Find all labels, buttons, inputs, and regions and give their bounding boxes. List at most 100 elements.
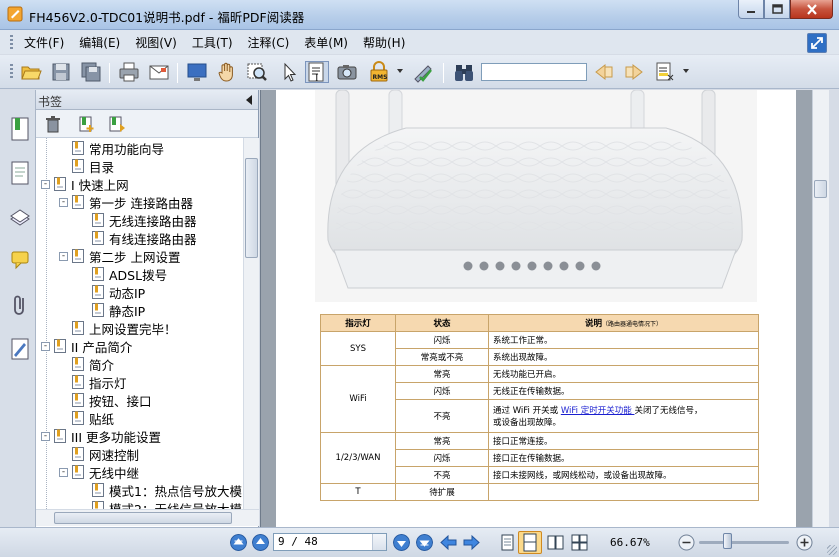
wifi-schedule-link[interactable]: WiFi 定时开关功能 <box>561 406 635 416</box>
next-page-icon[interactable] <box>393 534 410 551</box>
page-vertical-scrollbar[interactable] <box>812 90 829 527</box>
bookmark-item[interactable]: 上网设置完毕！ <box>72 319 177 337</box>
zoom-slider-thumb[interactable] <box>723 533 732 549</box>
save-button[interactable] <box>49 61 73 83</box>
attachments-tab-icon[interactable] <box>9 292 31 318</box>
save-as-button[interactable] <box>79 61 103 83</box>
bookmark-item[interactable]: 目录 <box>72 157 114 175</box>
email-icon <box>149 65 169 80</box>
search-input[interactable] <box>481 63 587 81</box>
find-previous-button[interactable] <box>592 61 616 83</box>
fullscreen-button[interactable] <box>185 61 209 83</box>
expander-toggle[interactable]: - <box>41 342 50 351</box>
bookmark-label: 模式1：热点信号放大模 <box>109 483 242 499</box>
bookmarks-tab-icon[interactable] <box>9 116 31 142</box>
hand-tool-button[interactable] <box>215 61 239 83</box>
email-button[interactable] <box>147 61 171 83</box>
continuous-view-button[interactable] <box>518 531 542 554</box>
zoom-in-icon[interactable] <box>796 534 813 551</box>
signatures-tab-icon[interactable] <box>9 336 31 362</box>
bookmark-item[interactable]: 无线连接路由器 <box>92 211 197 229</box>
bookmark-item[interactable]: I 快速上网 <box>54 175 129 193</box>
menu-help[interactable]: 帮助(H) <box>363 34 405 51</box>
zoom-level[interactable]: 66.67% <box>610 536 650 549</box>
bookmark-item[interactable]: 按钮、接口 <box>72 391 152 409</box>
bookmark-item[interactable]: 第二步 上网设置 <box>72 247 180 265</box>
bookmark-item[interactable]: 第一步 连接路由器 <box>72 193 193 211</box>
bookmark-page-icon <box>92 501 104 509</box>
zoom-out-icon[interactable] <box>678 534 695 551</box>
print-button[interactable] <box>117 61 141 83</box>
snapshot-button[interactable] <box>335 61 359 83</box>
bookmark-scroll-thumb[interactable] <box>245 158 258 258</box>
menu-forms[interactable]: 表单(M) <box>304 34 348 51</box>
bookmark-item[interactable]: 模式2：无线信号放大模 <box>92 499 242 509</box>
menu-comment[interactable]: 注释(C) <box>248 34 290 51</box>
close-button[interactable] <box>790 0 833 19</box>
expander-toggle[interactable]: - <box>41 432 50 441</box>
bookmark-horizontal-scrollbar[interactable] <box>36 509 259 526</box>
find-button[interactable] <box>452 61 476 83</box>
zoom-slider-track[interactable] <box>699 541 789 544</box>
expander-toggle[interactable]: - <box>59 252 68 261</box>
snapshot-zoom-button[interactable] <box>245 61 269 83</box>
last-page-icon[interactable] <box>416 534 433 551</box>
bookmark-item[interactable]: 简介 <box>72 355 114 373</box>
expander-toggle[interactable]: - <box>59 198 68 207</box>
menubar-grip[interactable] <box>10 35 13 49</box>
menu-edit[interactable]: 编辑(E) <box>79 34 120 51</box>
single-page-view-icon[interactable] <box>499 534 516 551</box>
comments-tab-icon[interactable] <box>9 248 31 274</box>
select-arrow-button[interactable] <box>277 61 301 83</box>
bookmark-item[interactable]: 模式1：热点信号放大模 <box>92 481 242 499</box>
bookmark-item[interactable]: 贴纸 <box>72 409 114 427</box>
forward-view-icon[interactable] <box>463 534 480 551</box>
bookmark-item[interactable]: ADSL拨号 <box>92 265 167 283</box>
bookmark-item[interactable]: III 更多功能设置 <box>54 427 161 445</box>
facing-view-icon[interactable] <box>547 534 564 551</box>
resize-grip[interactable] <box>827 545 837 555</box>
collapse-panel-icon[interactable] <box>246 95 252 105</box>
layers-tab-icon[interactable] <box>9 205 31 231</box>
highlight-button[interactable] <box>653 61 677 83</box>
bookmark-item[interactable]: 静态IP <box>92 301 145 319</box>
rms-button[interactable]: RMS <box>367 61 391 83</box>
expander-toggle[interactable]: - <box>59 468 68 477</box>
menu-file[interactable]: 文件(F) <box>24 34 64 51</box>
bookmark-label: I 快速上网 <box>71 177 129 193</box>
bookmark-item[interactable]: 有线连接路由器 <box>92 229 197 247</box>
bookmark-item[interactable]: 指示灯 <box>72 373 127 391</box>
menu-view[interactable]: 视图(V) <box>135 34 177 51</box>
bookmark-item[interactable]: 网速控制 <box>72 445 139 463</box>
find-next-button[interactable] <box>622 61 646 83</box>
highlight-dropdown-arrow[interactable] <box>683 69 689 73</box>
previous-page-icon[interactable] <box>252 534 269 551</box>
back-view-icon[interactable] <box>440 534 457 551</box>
first-page-icon[interactable] <box>230 534 247 551</box>
menu-tools[interactable]: 工具(T) <box>192 34 233 51</box>
maximize-button[interactable] <box>764 0 790 19</box>
bookmark-item[interactable]: II 产品简介 <box>54 337 132 355</box>
toolbar-grip[interactable] <box>10 64 13 80</box>
bookmark-item[interactable]: 无线中继 <box>72 463 139 481</box>
add-bookmark-icon[interactable] <box>78 115 96 133</box>
sign-button[interactable] <box>411 61 435 83</box>
bookmark-item[interactable]: 常用功能向导 <box>72 139 164 157</box>
page-number-field[interactable]: 9 / 48 <box>273 533 387 551</box>
minimize-button[interactable] <box>738 0 764 19</box>
bookmark-vertical-scrollbar[interactable] <box>243 138 259 509</box>
rms-dropdown-arrow[interactable] <box>397 69 403 73</box>
bookmark-item[interactable]: 动态IP <box>92 283 145 301</box>
document-viewer[interactable]: 指示灯 状态 说明（路由器通电情况下） SYS 闪烁 系统工作正常。 常亮或不亮… <box>260 90 824 527</box>
continuous-facing-view-icon[interactable] <box>571 534 588 551</box>
open-button[interactable] <box>19 61 43 83</box>
bookmark-hscroll-thumb[interactable] <box>54 512 232 524</box>
delete-bookmark-icon[interactable] <box>44 115 62 133</box>
expander-toggle[interactable]: - <box>41 180 50 189</box>
page-scroll-thumb[interactable] <box>814 180 827 198</box>
add-child-bookmark-icon[interactable] <box>108 115 126 133</box>
restore-toolbar-button[interactable] <box>807 33 827 53</box>
select-text-button[interactable]: I <box>305 61 329 83</box>
page-dropdown-arrow[interactable] <box>372 534 386 550</box>
pages-tab-icon[interactable] <box>9 160 31 186</box>
